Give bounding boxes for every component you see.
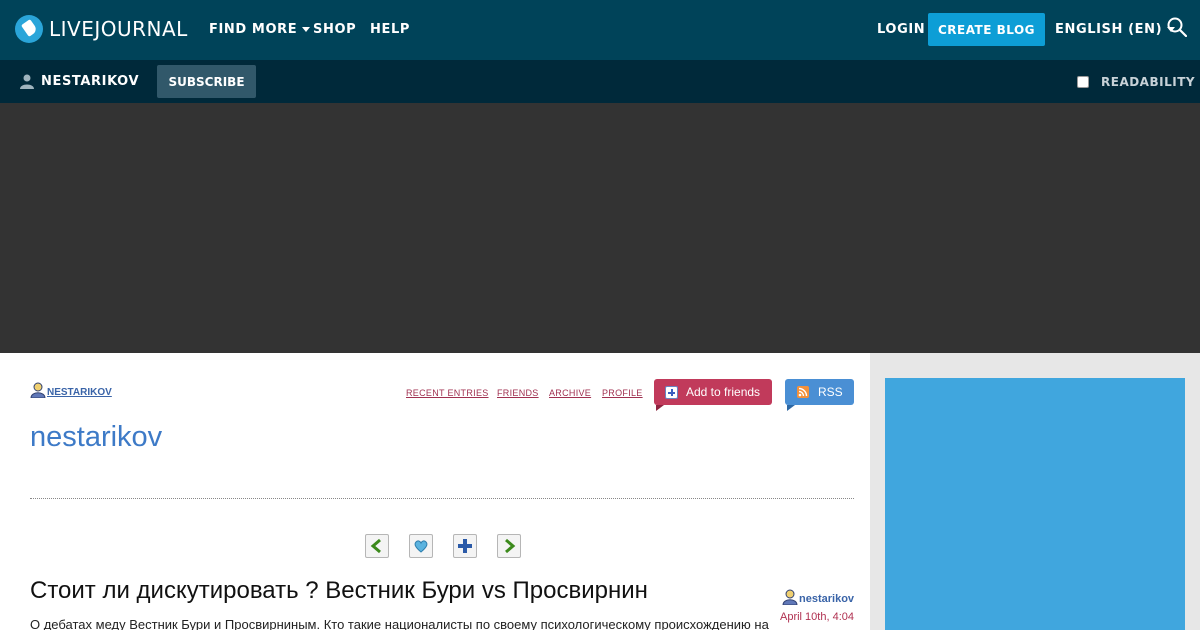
- post-author[interactable]: nestarikov: [782, 589, 854, 605]
- recent-entries-link[interactable]: RECENT ENTRIES: [406, 388, 489, 398]
- nav-find-more-label: FIND MORE: [209, 22, 298, 37]
- add-to-friends-button[interactable]: Add to friends: [654, 379, 772, 411]
- journal-bar: NESTARIKOV SUBSCRIBE READABILITY: [0, 60, 1200, 103]
- post-title[interactable]: Стоит ли дискутировать ? Вестник Бури vs…: [30, 577, 648, 605]
- post-excerpt: О дебатах меду Вестник Бури и Просвирнин…: [30, 617, 769, 630]
- readability-label: READABILITY: [1101, 75, 1196, 89]
- header-author-link[interactable]: nestarikov: [47, 387, 112, 398]
- readability-checkbox[interactable]: [1077, 76, 1089, 88]
- ad-banner: [0, 103, 1200, 353]
- add-friend-icon: [665, 385, 678, 399]
- language-selector[interactable]: ENGLISH (EN): [1055, 22, 1176, 37]
- nav-shop[interactable]: SHOP: [313, 22, 356, 37]
- login-link[interactable]: LOGIN: [877, 22, 925, 37]
- profile-link[interactable]: PROFILE: [602, 388, 643, 398]
- previous-entry-icon[interactable]: [365, 534, 389, 558]
- create-blog-button[interactable]: CREATE BLOG: [928, 13, 1045, 46]
- livejournal-logo-icon: [15, 15, 43, 43]
- next-entry-icon[interactable]: [497, 534, 521, 558]
- header-divider: [30, 498, 854, 499]
- rss-label: RSS: [818, 385, 843, 399]
- rss-button[interactable]: RSS: [785, 379, 854, 411]
- add-icon[interactable]: [453, 534, 477, 558]
- subscribe-button[interactable]: SUBSCRIBE: [157, 65, 256, 98]
- journal-title[interactable]: nestarikov: [30, 421, 162, 454]
- nav-help[interactable]: HELP: [370, 22, 410, 37]
- journal-user-link[interactable]: NESTARIKOV: [20, 74, 139, 89]
- friends-link[interactable]: FRIENDS: [497, 388, 539, 398]
- journal-username: NESTARIKOV: [41, 74, 140, 89]
- top-navigation-bar: LIVEJOURNAL FIND MORE SHOP HELP LOGIN CR…: [0, 0, 1200, 60]
- user-icon: [30, 382, 46, 398]
- add-to-friends-label: Add to friends: [686, 385, 761, 399]
- sidebar-ad: [885, 378, 1185, 630]
- readability-toggle[interactable]: READABILITY: [1077, 75, 1195, 89]
- logo-text: LIVEJOURNAL: [49, 17, 188, 41]
- memories-icon[interactable]: [409, 534, 433, 558]
- search-icon[interactable]: [1167, 17, 1187, 37]
- post-date[interactable]: April 10th, 4:04: [780, 611, 854, 623]
- user-icon: [20, 74, 34, 89]
- livejournal-logo[interactable]: LIVEJOURNAL: [15, 15, 188, 43]
- nav-find-more[interactable]: FIND MORE: [209, 22, 311, 37]
- rss-icon: [797, 386, 809, 398]
- chevron-down-icon: [302, 27, 311, 32]
- language-label: ENGLISH (EN): [1055, 22, 1163, 37]
- post-author-name[interactable]: nestarikov: [799, 593, 854, 605]
- archive-link[interactable]: ARCHIVE: [549, 388, 591, 398]
- user-icon: [782, 589, 798, 605]
- header-author[interactable]: nestarikov: [30, 382, 112, 398]
